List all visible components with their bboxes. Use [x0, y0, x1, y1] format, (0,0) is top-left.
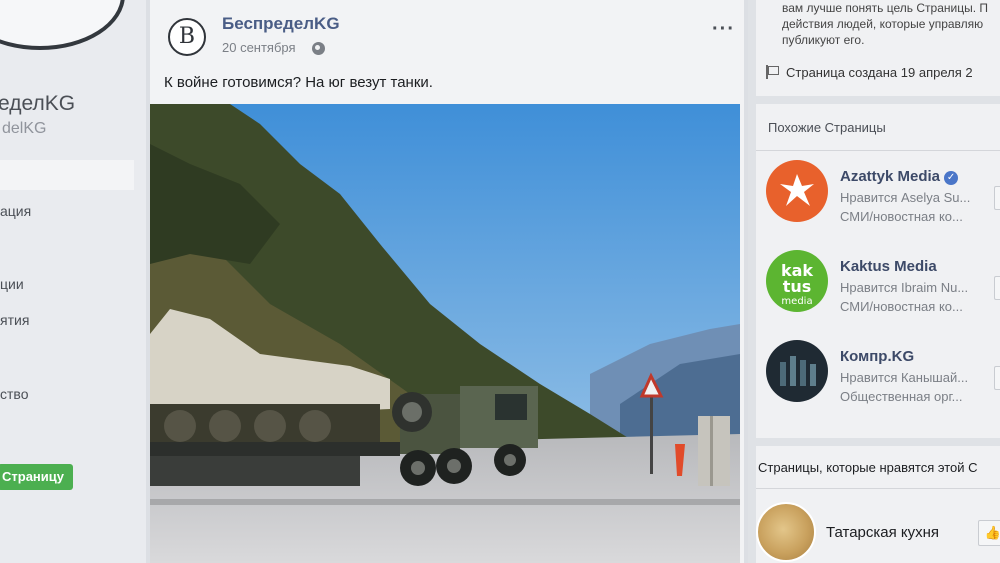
liked-pages-card: Страницы, которые нравятся этой С Татарс…: [756, 446, 1000, 563]
liked-page-logo[interactable]: [756, 502, 816, 562]
similar-page-name[interactable]: Azattyk Media ✓: [840, 168, 959, 185]
left-nav-active-row[interactable]: [0, 160, 134, 190]
similar-page-name[interactable]: Компр.KG: [840, 348, 914, 365]
post-text: К войне готовимся? На юг везут танки.: [164, 74, 433, 91]
svg-text:tus: tus: [783, 277, 812, 296]
post-photo[interactable]: [150, 104, 740, 563]
post-photo-image: [150, 104, 740, 563]
left-nav-item[interactable]: ятия: [0, 312, 29, 328]
post-author-name[interactable]: БеспределKG: [222, 14, 340, 34]
liked-pages-title: Страницы, которые нравятся этой С: [758, 460, 978, 475]
like-button[interactable]: [994, 276, 1000, 300]
like-button[interactable]: [994, 366, 1000, 390]
similar-page-liked-by: Нравится Ibraim Nu...: [840, 280, 969, 295]
similar-page-liked-by: Нравится Канышай...: [840, 370, 969, 385]
left-nav-item[interactable]: ация: [0, 203, 31, 219]
verified-badge-icon: ✓: [944, 171, 959, 185]
similar-pages-card: Похожие Страницы Azattyk Media ✓ Нравится…: [756, 104, 1000, 438]
page-created-text: Страница создана 19 апреля 2: [786, 65, 973, 80]
about-text: вам лучше понять цель Страницы. П действ…: [782, 1, 988, 47]
similar-page-name[interactable]: Kaktus Media: [840, 258, 937, 275]
similar-page-item[interactable]: Azattyk Media ✓ Нравится Aselya Su... СМИ…: [756, 160, 1000, 240]
more-options-icon[interactable]: ···: [712, 18, 735, 41]
kompr-logo-icon[interactable]: [766, 340, 828, 402]
post-date[interactable]: 20 сентября: [222, 40, 296, 55]
left-nav-item[interactable]: ции: [0, 276, 24, 292]
like-button[interactable]: 👍: [978, 520, 1000, 546]
about-card: вам лучше понять цель Страницы. П действ…: [756, 0, 1000, 96]
similar-page-item[interactable]: kak tus media Kaktus Media Нравится Ibra…: [756, 250, 1000, 330]
left-nav-item[interactable]: ство: [0, 386, 28, 402]
right-column: вам лучше понять цель Страницы. П действ…: [748, 0, 1000, 563]
post-author-avatar[interactable]: B: [168, 18, 206, 56]
similar-page-liked-by: Нравится Aselya Su...: [840, 190, 971, 205]
like-button[interactable]: [994, 186, 1000, 210]
thumbs-up-icon: 👍: [984, 525, 1000, 540]
liked-page-name[interactable]: Татарская кухня: [826, 524, 939, 541]
page-name[interactable]: еделKG: [0, 92, 75, 116]
similar-page-category: СМИ/новостная ко...: [840, 209, 963, 224]
kaktus-logo-icon[interactable]: kak tus media: [766, 250, 828, 312]
similar-page-item[interactable]: Компр.KG Нравится Канышай... Общественна…: [756, 340, 1000, 420]
post-card: B БеспределKG 20 сентября ··· К войне го…: [150, 0, 744, 563]
divider: [756, 150, 1000, 151]
svg-text:media: media: [781, 296, 812, 307]
globe-icon: [312, 42, 325, 55]
similar-page-category: Общественная орг...: [840, 389, 963, 404]
left-column: еделKG delKG ация ции ятия ство Страницу: [0, 0, 146, 563]
similar-pages-title: Похожие Страницы: [768, 120, 886, 135]
similar-page-category: СМИ/новостная ко...: [840, 299, 963, 314]
page-profile-picture[interactable]: [0, 0, 125, 50]
page-created-row: Страница создана 19 апреля 2: [766, 65, 973, 80]
page-handle[interactable]: delKG: [2, 120, 46, 138]
like-page-button[interactable]: Страницу: [0, 464, 73, 490]
divider: [756, 488, 1000, 489]
flag-icon: [766, 65, 779, 79]
azattyk-logo-icon[interactable]: [766, 160, 828, 222]
